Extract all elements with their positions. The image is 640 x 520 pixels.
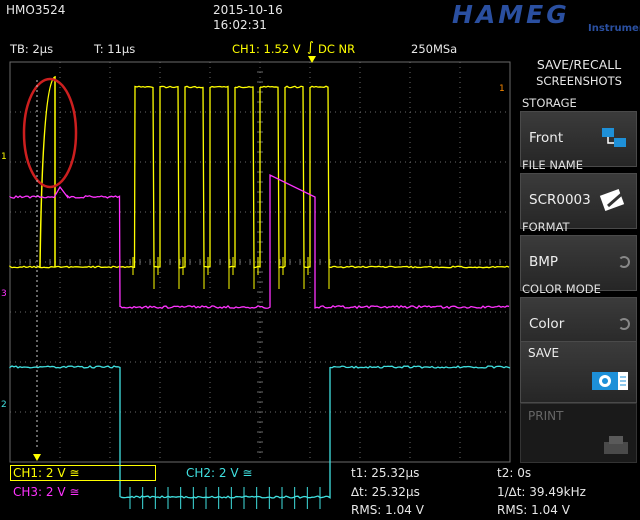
brand-logo-sub: Instruments [588,23,640,34]
storage-value: Front [529,130,563,146]
menu-subtitle: SCREENSHOTS [518,74,640,88]
annotation-circle [24,79,76,187]
colormode-label: COLOR MODE [522,282,601,296]
colormode-value: Color [529,316,564,332]
format-label: FORMAT [522,220,570,234]
cursor-t1: t1: 25.32µs [351,466,419,480]
rms-measurement-2: RMS: 1.04 V [497,503,570,517]
ch1-initial-pulse [40,77,55,267]
menu-title: SAVE/RECALL [518,57,640,72]
ch3-scale[interactable]: CH3: 2 V ≅ [13,485,79,499]
date: 2015-10-16 [213,3,283,17]
format-value: BMP [529,254,558,270]
rms-measurement-1: RMS: 1.04 V [351,503,424,517]
time: 16:02:31 [213,18,267,32]
ch1-ref-marker: 1 [499,84,505,94]
ch1-ground-marker[interactable]: 1 [1,152,7,162]
trigger-mode: DC NR [318,42,355,56]
edit-icon [598,186,630,220]
camera-icon [590,366,630,400]
rotary-icon [618,318,630,330]
sample-rate: 250MSa [411,42,457,56]
trigger-position-marker [33,454,41,461]
ch2-ground-marker[interactable]: 2 [1,400,7,410]
ch1-trigger-level: CH1: 1.52 V [232,42,301,56]
ch1-trace [10,86,509,267]
ch1-scale: CH1: 2 V ≅ [13,466,79,480]
ch3-ground-marker[interactable]: 3 [1,289,7,299]
save-label: SAVE [528,346,559,360]
print-button[interactable]: PRINT [520,403,637,463]
print-label: PRINT [528,409,563,423]
storage-label: STORAGE [522,96,577,110]
folder-icon [600,124,630,158]
rotary-icon [618,256,630,268]
save-button[interactable]: SAVE [520,341,637,403]
brand-logo: HAMEG [452,0,570,29]
timebase: TB: 2µs [10,42,53,56]
filename-value: SCR0003 [529,192,591,208]
cursor-delta-t: ∆t: 25.32µs [351,485,420,499]
ch2-scale[interactable]: CH2: 2 V ≅ [186,466,252,480]
trigger-edge-icon: ∫ [307,40,314,55]
printer-icon [602,434,630,462]
trigger-time: T: 11µs [94,42,135,56]
cursor-t2: t2: 0s [497,466,531,480]
filename-label: FILE NAME [522,158,583,172]
cursor-frequency: 1/∆t: 39.49kHz [497,485,586,499]
model-name: HMO3524 [6,3,65,17]
